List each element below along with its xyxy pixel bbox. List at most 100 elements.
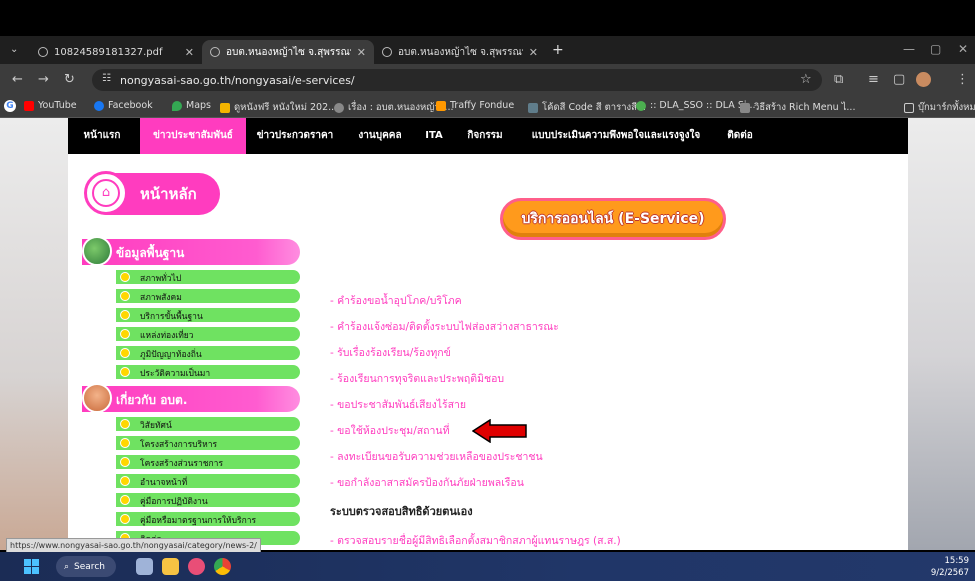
site-navbar: หน้าแรก ข่าวประชาสัมพันธ์ ข่าวประกวดราคา… <box>68 118 908 154</box>
reading-list-icon[interactable]: ≡ <box>868 72 879 87</box>
red-arrow-annotation <box>472 419 527 443</box>
line-icon <box>740 102 750 113</box>
service-link-volunteer[interactable]: - ขอกำลังอาสาสมัครป้องกันภัยฝ่ายพลเรือน <box>330 474 524 491</box>
facebook-icon <box>94 100 104 111</box>
close-window-button[interactable]: ✕ <box>958 42 968 56</box>
youtube-icon <box>24 100 34 111</box>
browser-tab-strip: ⌄ 10824589181327.pdf ✕ อบต.หนองหญ้าไซ จ.… <box>0 36 975 64</box>
restore-button[interactable]: ▢ <box>930 42 941 56</box>
nav-news[interactable]: ข่าวประชาสัมพันธ์ <box>140 118 246 154</box>
task-view-icon[interactable] <box>136 558 153 575</box>
menu-item[interactable]: คู่มือการปฏิบัติงาน <box>116 493 300 507</box>
globe-icon <box>334 102 344 113</box>
audit-link[interactable]: - ตรวจสอบรายชื่อผู้มีสิทธิเลือกตั้งสมาชิ… <box>330 532 621 549</box>
content-area: ⌂ หน้าหลัก ข้อมูลพื้นฐาน สภาพทั่วไป สภาพ… <box>68 154 908 550</box>
extensions-icon[interactable]: ⧉ <box>834 72 843 87</box>
minimize-button[interactable]: — <box>903 42 915 56</box>
nav-ita[interactable]: ITA <box>416 118 452 154</box>
menu-item[interactable]: คู่มือหรือมาตรฐานการให้บริการ <box>116 512 300 526</box>
close-icon[interactable]: ✕ <box>529 46 538 59</box>
maps-icon <box>172 100 182 111</box>
menu-icon[interactable]: ⋮ <box>956 72 969 87</box>
nav-personnel[interactable]: งานบุคคล <box>350 118 410 154</box>
globe-icon <box>38 47 48 57</box>
tab-label: อบต.หนองหญ้าไซ จ.สุพรรณบุรี <box>226 46 351 58</box>
bookmark-youtube[interactable]: YouTube <box>24 100 77 111</box>
earth-icon <box>82 236 112 266</box>
site-info-icon[interactable]: ☷ <box>102 73 111 84</box>
service-link-water[interactable]: - คำร้องขอน้ำอุปโภค/บริโภค <box>330 292 462 309</box>
bookmarks-bar: G YouTube Facebook Maps ดูหนังฟรี หนังให… <box>0 96 975 118</box>
nav-activities[interactable]: กิจกรรม <box>460 118 510 154</box>
url-field[interactable]: ☷ nongyasai-sao.go.th/nongyasai/e-servic… <box>92 69 822 91</box>
app-icon[interactable] <box>188 558 205 575</box>
menu-item[interactable]: โครงสร้างการบริหาร <box>116 436 300 450</box>
chrome-icon[interactable] <box>214 558 231 575</box>
bookmark-dla-sso[interactable]: :: DLA_SSO :: DLA Si... <box>636 100 756 111</box>
nav-procurement[interactable]: ข่าวประกวดราคา <box>250 118 340 154</box>
close-icon[interactable]: ✕ <box>357 46 366 59</box>
tab-search-button[interactable]: ⌄ <box>10 44 18 55</box>
bookmark-rich-menu[interactable]: วิธีสร้าง Rich Menu ไ... <box>740 100 855 115</box>
bookmark-movies[interactable]: ดูหนังฟรี หนังใหม่ 202... <box>220 100 337 115</box>
google-icon[interactable]: G <box>4 100 16 112</box>
bookmark-color-code[interactable]: โค้ดสี Code สี ตารางสี... <box>528 100 646 115</box>
file-explorer-icon[interactable] <box>162 558 179 575</box>
avatar[interactable] <box>916 72 931 87</box>
nav-home[interactable]: หน้าแรก <box>72 118 132 154</box>
tab-site-2[interactable]: อบต.หนองหญ้าไซ จ.สุพรรณบุรี – อบ ✕ <box>374 40 546 64</box>
nav-contact[interactable]: ติดต่อ <box>718 118 762 154</box>
globe-icon <box>210 47 220 57</box>
star-icon[interactable]: ☆ <box>800 72 812 87</box>
menu-item[interactable]: ภูมิปัญญาท้องถิ่น <box>116 346 300 360</box>
background-left <box>0 118 68 550</box>
nav-survey[interactable]: แบบประเมินความพึงพอใจและแรงจูงใจ <box>518 118 714 154</box>
section-header-basic-info[interactable]: ข้อมูลพื้นฐาน <box>82 236 300 266</box>
reload-icon[interactable]: ↻ <box>64 72 75 87</box>
home-icon[interactable]: ⌂ <box>84 171 128 215</box>
audit-title: ระบบตรวจสอบสิทธิด้วยตนเอง <box>330 505 473 518</box>
bookmark-facebook[interactable]: Facebook <box>94 100 153 111</box>
taskbar-search[interactable]: ⌕ Search <box>56 556 116 577</box>
windows-taskbar: ⌕ Search 15:59 9/2/2567 <box>0 552 975 581</box>
bookmark-maps[interactable]: Maps <box>172 100 211 111</box>
traffy-icon <box>436 100 446 111</box>
tab-label: 10824589181327.pdf <box>54 46 163 58</box>
windows-start-icon[interactable] <box>24 559 39 574</box>
service-link-complaint[interactable]: - รับเรื่องร้องเรียน/ร้องทุกข์ <box>330 344 451 361</box>
tab-pdf[interactable]: 10824589181327.pdf ✕ <box>30 40 202 64</box>
service-link-corruption[interactable]: - ร้องเรียนการทุจริตและประพฤติมิชอบ <box>330 370 504 387</box>
clock-date: 9/2/2567 <box>930 568 969 578</box>
section-header-about-sao[interactable]: เกี่ยวกับ อบต. <box>82 383 300 413</box>
tab-label: อบต.หนองหญ้าไซ จ.สุพรรณบุรี – อบ <box>398 46 523 58</box>
menu-item[interactable]: สภาพสังคม <box>116 289 300 303</box>
new-tab-button[interactable]: + <box>552 42 564 58</box>
address-toolbar: ← → ↻ ☷ nongyasai-sao.go.th/nongyasai/e-… <box>0 64 975 96</box>
forward-icon[interactable]: → <box>38 72 49 87</box>
close-icon[interactable]: ✕ <box>185 46 194 59</box>
dla-icon <box>636 100 646 111</box>
system-clock[interactable]: 15:59 9/2/2567 <box>931 555 969 579</box>
bookmark-all-folder[interactable]: บุ๊กมาร์กทั้งหมด <box>904 100 975 115</box>
home-label[interactable]: หน้าหลัก <box>140 182 197 206</box>
service-link-assistance[interactable]: - ลงทะเบียนขอรับความช่วยเหลือของประชาชน <box>330 448 543 465</box>
tab-active-site[interactable]: อบต.หนองหญ้าไซ จ.สุพรรณบุรี ✕ <box>202 40 374 64</box>
menu-item[interactable]: สภาพทั่วไป <box>116 270 300 284</box>
back-icon[interactable]: ← <box>12 72 23 87</box>
menu-item[interactable]: แหล่งท่องเที่ยว <box>116 327 300 341</box>
bookmark-traffy[interactable]: Traffy Fondue <box>436 100 514 111</box>
menu-item[interactable]: วิสัยทัศน์ <box>116 417 300 431</box>
eservice-title-button[interactable]: บริการออนไลน์ (E-Service) <box>500 198 726 240</box>
sidepanel-icon[interactable]: ▢ <box>893 72 905 87</box>
menu-item[interactable]: ประวัติความเป็นมา <box>116 365 300 379</box>
service-link-meeting-room[interactable]: - ขอใช้ห้องประชุม/สถานที่ <box>330 422 450 439</box>
clock-time: 15:59 <box>944 556 970 566</box>
menu-item[interactable]: บริการขั้นพื้นฐาน <box>116 308 300 322</box>
movie-icon <box>220 102 230 113</box>
service-link-streetlight[interactable]: - คำร้องแจ้งซ่อม/ติดตั้งระบบไฟส่องสว่างส… <box>330 318 559 335</box>
menu-item[interactable]: โครงสร้างส่วนราชการ <box>116 455 300 469</box>
service-link-wireless[interactable]: - ขอประชาสัมพันธ์เสียงไร้สาย <box>330 396 466 413</box>
background-right <box>907 118 975 550</box>
menu-item[interactable]: อำนาจหน้าที่ <box>116 474 300 488</box>
folder-icon <box>904 102 914 113</box>
